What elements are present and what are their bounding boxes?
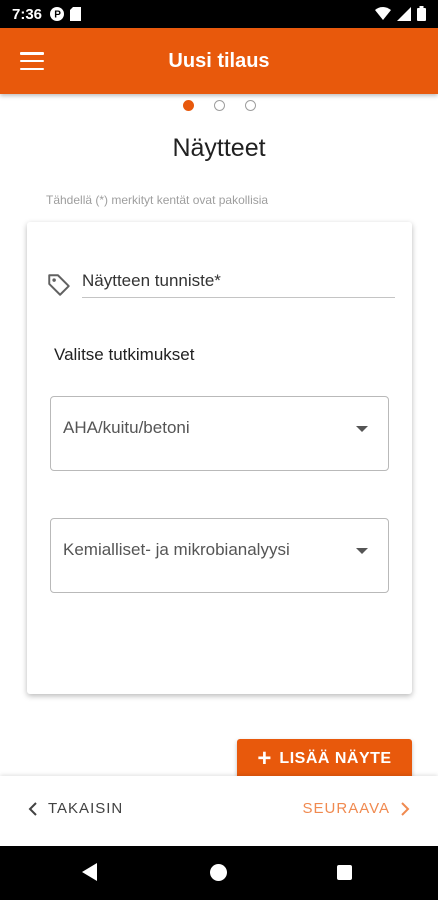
sd-card-icon xyxy=(70,7,82,21)
signal-icon xyxy=(397,6,411,21)
sample-id-input[interactable]: Näytteen tunniste* xyxy=(82,268,395,298)
select-2-value: Kemialliset- ja mikrobianalyysi xyxy=(63,540,290,559)
next-label: SEURAAVA xyxy=(302,800,390,817)
status-left-icons: P xyxy=(50,7,82,21)
hamburger-menu-icon[interactable] xyxy=(18,48,46,74)
test-category-select-2[interactable]: Kemialliset- ja mikrobianalyysi xyxy=(50,518,389,593)
dropdown-arrow-icon xyxy=(356,426,368,432)
status-right-icons xyxy=(375,6,426,21)
bottom-navigation: TAKAISIN SEURAAVA xyxy=(0,776,438,846)
select-1-value: AHA/kuitu/betoni xyxy=(63,418,190,437)
step-indicator xyxy=(0,100,438,111)
app-bar: Uusi tilaus xyxy=(0,28,438,94)
step-dot-1 xyxy=(182,100,194,111)
step-dot-3 xyxy=(244,100,256,111)
plus-icon: + xyxy=(257,745,272,772)
battery-icon xyxy=(417,6,426,21)
system-back-icon[interactable] xyxy=(82,863,97,881)
p-icon: P xyxy=(50,7,65,21)
system-recents-icon[interactable] xyxy=(337,865,352,880)
app-title: Uusi tilaus xyxy=(168,49,270,72)
chevron-right-icon xyxy=(401,801,410,816)
required-fields-note: Tähdellä (*) merkityt kentät ovat pakoll… xyxy=(46,193,269,207)
tag-icon xyxy=(48,274,70,296)
status-bar: 7:36 P xyxy=(0,0,438,28)
dropdown-arrow-icon xyxy=(356,548,368,554)
back-label: TAKAISIN xyxy=(48,800,124,817)
add-sample-label: LISÄÄ NÄYTE xyxy=(279,750,392,767)
wifi-icon xyxy=(375,6,391,20)
system-navigation-bar xyxy=(0,846,438,900)
sample-card: Näytteen tunniste* Valitse tutkimukset A… xyxy=(27,222,412,694)
system-home-icon[interactable] xyxy=(210,864,227,881)
next-button[interactable]: SEURAAVA xyxy=(303,800,410,817)
add-sample-button[interactable]: + LISÄÄ NÄYTE xyxy=(237,739,412,779)
svg-text:P: P xyxy=(54,10,61,21)
back-button[interactable]: TAKAISIN xyxy=(28,800,123,817)
chevron-left-icon xyxy=(28,801,37,816)
status-time: 7:36 xyxy=(12,5,43,23)
select-tests-label: Valitse tutkimukset xyxy=(54,345,195,364)
page-title: Näytteet xyxy=(172,134,266,162)
step-dot-2 xyxy=(213,100,225,111)
sample-id-placeholder: Näytteen tunniste* xyxy=(82,271,221,290)
test-category-select-1[interactable]: AHA/kuitu/betoni xyxy=(50,396,389,471)
